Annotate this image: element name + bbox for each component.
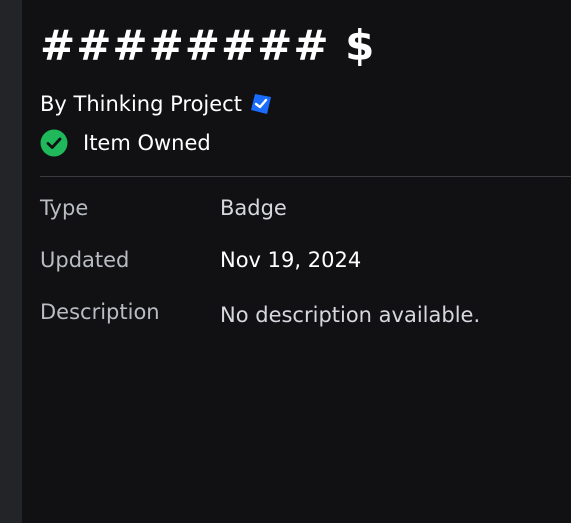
owned-status: Item Owned <box>40 129 211 157</box>
detail-label-description: Description <box>40 300 160 324</box>
checkmark-circle-icon <box>40 129 68 157</box>
detail-row-updated: Updated Nov 19, 2024 <box>40 248 570 278</box>
verified-badge-icon <box>250 93 272 115</box>
creator-link[interactable]: By Thinking Project <box>40 92 242 116</box>
creator-row: By Thinking Project <box>40 90 272 118</box>
detail-value-description: No description available. <box>220 303 481 327</box>
detail-label-updated: Updated <box>40 248 130 272</box>
detail-row-description: Description No description available. <box>40 300 570 330</box>
owned-status-label: Item Owned <box>83 131 211 155</box>
detail-row-type: Type Badge <box>40 196 570 226</box>
detail-value-type: Badge <box>220 196 287 220</box>
item-details-page: ######## $ By Thinking Project Item Owne… <box>0 0 571 523</box>
item-info-panel: ######## $ By Thinking Project Item Owne… <box>40 0 571 523</box>
detail-value-updated: Nov 19, 2024 <box>220 248 362 272</box>
item-title: ######## $ <box>40 21 376 70</box>
left-sidebar-edge <box>0 0 22 523</box>
detail-label-type: Type <box>40 196 89 220</box>
section-divider <box>40 176 571 177</box>
